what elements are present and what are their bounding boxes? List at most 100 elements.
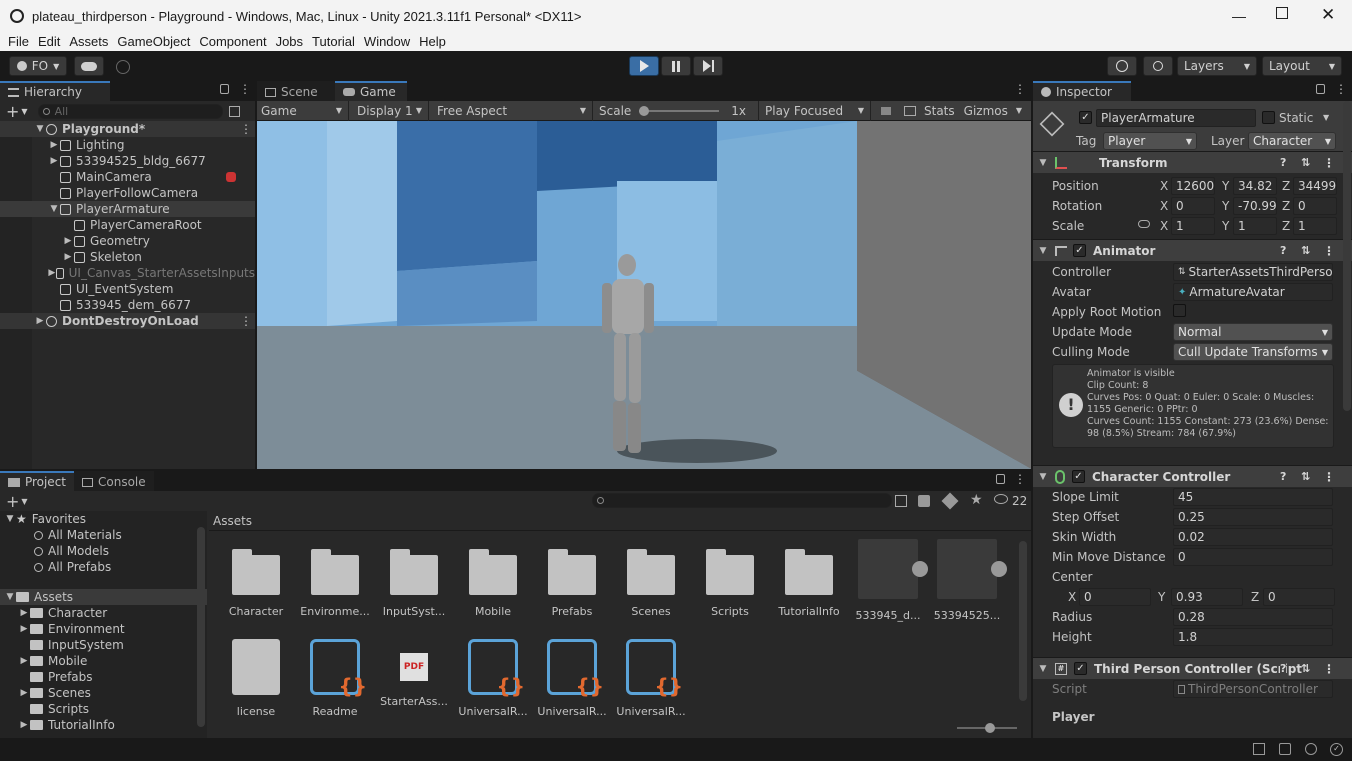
menu-help[interactable]: Help [419, 34, 446, 49]
zoom-slider[interactable] [957, 723, 1017, 733]
hierarchy-row[interactable]: MainCamera [0, 169, 255, 185]
assets-tree-item[interactable]: ▶ Character [0, 605, 207, 621]
scale-thumb[interactable] [639, 105, 650, 116]
favorites-header[interactable]: ▼ ★ Favorites [0, 511, 207, 527]
aspect-dropdown[interactable]: Free Aspect ▼ [429, 100, 593, 121]
hierarchy-row[interactable]: PlayerCameraRoot [0, 217, 255, 233]
star-icon[interactable]: ★ [970, 492, 983, 508]
game-mode-dropdown[interactable]: Game ▼ [257, 100, 349, 121]
hierarchy-row[interactable]: ▶ UI_Canvas_StarterAssetsInputs [0, 265, 255, 281]
chevron-right-icon[interactable]: ▶ [18, 608, 30, 618]
close-button[interactable]: ✕ [1321, 5, 1335, 25]
step-offset-field[interactable]: 0.25 [1173, 508, 1333, 526]
menu-tutorial[interactable]: Tutorial [312, 34, 355, 49]
help-icon[interactable]: ? [1280, 470, 1286, 483]
chevron-down-icon[interactable]: ▼ [34, 124, 46, 134]
assets-tree-item[interactable]: ▶ Environment [0, 621, 207, 637]
asset-folder[interactable]: Environme... [300, 539, 370, 618]
chevron-down-icon[interactable]: ▼ [21, 497, 27, 506]
chevron-right-icon[interactable]: ▶ [18, 688, 30, 698]
min-move-distance-field[interactable]: 0 [1173, 548, 1333, 566]
chevron-down-icon[interactable]: ▼ [1037, 158, 1049, 168]
chevron-right-icon[interactable]: ▶ [48, 268, 56, 278]
check-icon[interactable]: ✓ [1330, 743, 1343, 756]
position-z[interactable]: 34499 [1293, 177, 1337, 195]
tab-scene[interactable]: Scene [257, 81, 335, 101]
filter-icon[interactable] [918, 495, 930, 507]
chevron-right-icon[interactable]: ▶ [18, 624, 30, 634]
expand-play-icon[interactable] [991, 561, 1007, 577]
apply-root-motion-checkbox[interactable] [1173, 304, 1186, 317]
asset-model[interactable]: 53394525... [932, 539, 1007, 622]
chevron-down-icon[interactable]: ▼ [4, 592, 16, 602]
chevron-right-icon[interactable]: ▶ [62, 252, 74, 262]
asset-file[interactable]: {} UniversalR... [458, 639, 528, 718]
preset-icon[interactable]: ⇅ [1301, 156, 1310, 169]
third-person-enabled-checkbox[interactable]: ✓ [1074, 662, 1087, 675]
chevron-right-icon[interactable]: ▶ [34, 316, 46, 326]
help-icon[interactable]: ? [1280, 244, 1286, 257]
history-button[interactable] [1107, 56, 1137, 76]
kebab-menu-icon[interactable]: ⋮ [1323, 244, 1335, 258]
asset-folder[interactable]: Scripts [695, 539, 765, 618]
menu-jobs[interactable]: Jobs [276, 34, 303, 49]
asset-file[interactable]: {} Readme [300, 639, 370, 718]
lock-icon[interactable] [220, 84, 229, 94]
hierarchy-row[interactable]: ▼ PlayerArmature [0, 201, 255, 217]
pause-button[interactable] [661, 56, 691, 76]
chevron-right-icon[interactable]: ▶ [48, 140, 60, 150]
kebab-menu-icon[interactable]: ⋮ [240, 314, 252, 328]
culling-mode-dropdown[interactable]: Cull Update Transforms ▼ [1173, 343, 1333, 361]
active-checkbox[interactable]: ✓ [1079, 111, 1092, 124]
kebab-menu-icon[interactable]: ⋮ [1014, 82, 1026, 96]
tree-scrollbar[interactable] [197, 527, 205, 727]
asset-folder[interactable]: Character [221, 539, 291, 618]
position-x[interactable]: 12600 [1171, 177, 1215, 195]
skin-width-field[interactable]: 0.02 [1173, 528, 1333, 546]
cache-icon[interactable] [1279, 743, 1291, 755]
breadcrumb-assets[interactable]: Assets [213, 514, 252, 528]
menu-assets[interactable]: Assets [69, 34, 108, 49]
assets-tree-item[interactable]: ▶ Scenes [0, 685, 207, 701]
menu-file[interactable]: File [8, 34, 29, 49]
bake-icon[interactable] [1253, 743, 1265, 755]
center-x[interactable]: 0 [1079, 588, 1151, 606]
favorite-item[interactable]: All Materials [0, 527, 207, 543]
scale-z[interactable]: 1 [1293, 217, 1337, 235]
assets-tree-item[interactable]: ▶ TutorialInfo [0, 717, 207, 733]
favorite-item[interactable]: All Prefabs [0, 559, 207, 575]
assets-tree-item[interactable]: InputSystem [0, 637, 207, 653]
menu-window[interactable]: Window [364, 34, 410, 49]
asset-file[interactable]: license [221, 639, 291, 718]
hierarchy-row[interactable]: PlayerFollowCamera [0, 185, 255, 201]
chevron-down-icon[interactable]: ▼ [1037, 246, 1049, 256]
step-button[interactable] [693, 56, 723, 76]
hierarchy-row[interactable]: ▼ Playground* ⋮ [0, 121, 255, 137]
gizmos-button[interactable]: Gizmos [964, 104, 1008, 118]
zoom-thumb[interactable] [985, 723, 995, 733]
inspector-scrollbar[interactable] [1343, 101, 1351, 411]
asset-folder[interactable]: InputSyst... [379, 539, 449, 618]
scene-visibility-icon[interactable] [228, 105, 240, 117]
chevron-right-icon[interactable]: ▶ [18, 656, 30, 666]
add-icon[interactable]: + [6, 102, 19, 121]
layer-dropdown[interactable]: Character ▼ [1248, 132, 1336, 150]
position-y[interactable]: 34.82 [1233, 177, 1277, 195]
asset-folder[interactable]: Prefabs [537, 539, 607, 618]
scale-x[interactable]: 1 [1171, 217, 1215, 235]
static-checkbox[interactable] [1262, 111, 1275, 124]
lock-icon[interactable] [1316, 84, 1325, 94]
menu-component[interactable]: Component [199, 34, 266, 49]
hierarchy-row[interactable]: ▶ DontDestroyOnLoad ⋮ [0, 313, 255, 329]
transform-header[interactable]: ▼ Transform ? ⇅ ⋮ [1033, 151, 1352, 173]
chevron-down-icon[interactable]: ▼ [1037, 664, 1049, 674]
play-focus-dropdown[interactable]: Play Focused ▼ [759, 100, 871, 121]
hierarchy-row[interactable]: UI_EventSystem [0, 281, 255, 297]
scale-slider[interactable]: Scale 1x [593, 100, 759, 121]
name-field[interactable]: PlayerArmature [1096, 109, 1256, 127]
kebab-menu-icon[interactable]: ⋮ [240, 122, 252, 136]
chevron-down-icon[interactable]: ▼ [21, 107, 27, 116]
grid-scrollbar[interactable] [1019, 541, 1027, 701]
assets-tree-item[interactable]: Prefabs [0, 669, 207, 685]
chevron-down-icon[interactable]: ▼ [1323, 113, 1329, 122]
